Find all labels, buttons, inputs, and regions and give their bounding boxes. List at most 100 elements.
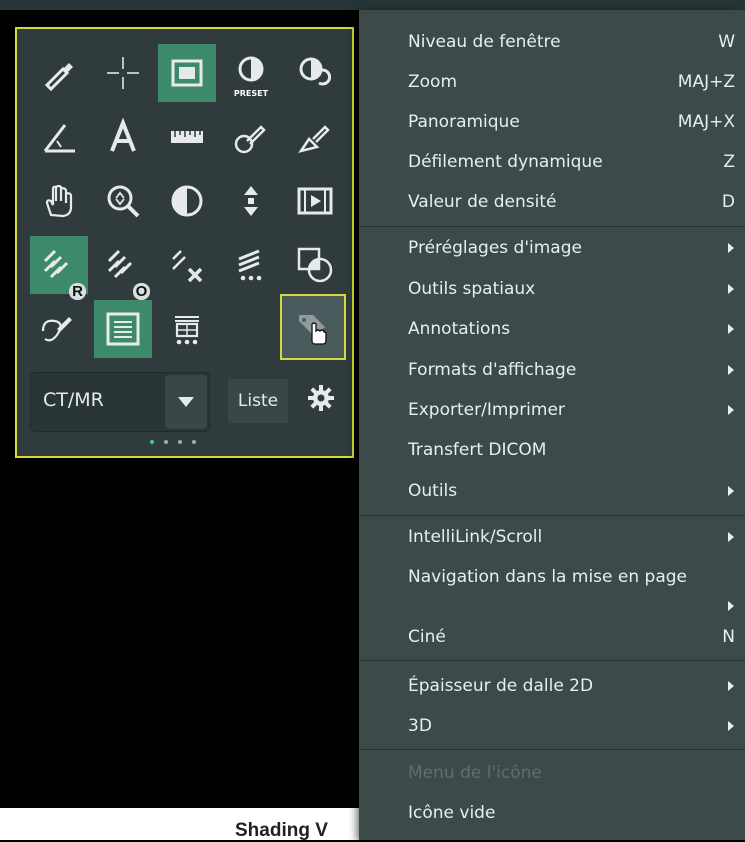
modality-select[interactable]: CT/MR	[30, 372, 210, 432]
zoom-icon	[107, 185, 140, 218]
menu-item-icon-menu-disabled: Menu de l'icône	[359, 753, 745, 793]
text-a-icon	[110, 117, 136, 152]
contrast-icon	[171, 185, 203, 217]
menu-item-slab-thickness-2d[interactable]: Épaisseur de dalle 2D	[359, 666, 745, 706]
menu-item-label: Icône vide	[408, 803, 496, 823]
layout-tool[interactable]	[158, 300, 216, 358]
image-frame-tool[interactable]	[94, 300, 152, 358]
page-dot-active[interactable]	[150, 440, 154, 444]
reset-contrast-tool[interactable]	[286, 44, 344, 102]
tool-palette: PRESET R O CT/MR Liste	[15, 27, 354, 458]
tag-icon	[299, 315, 327, 345]
reset-contrast-icon	[299, 57, 332, 86]
submenu-arrow-icon	[728, 532, 734, 542]
menu-item-shortcut: W	[718, 32, 735, 52]
menu-item-label: Épaisseur de dalle 2D	[408, 676, 594, 696]
stack-more-tool[interactable]	[222, 236, 280, 294]
freehand-eyedropper-tool[interactable]	[286, 108, 344, 166]
menu-item-zoom[interactable]: Zoom MAJ+Z	[359, 62, 745, 102]
ruler-tool[interactable]	[158, 108, 216, 166]
menu-item-label: Exporter/Imprimer	[408, 400, 565, 420]
list-button[interactable]: Liste	[228, 379, 288, 423]
context-menu: Niveau de fenêtre W Zoom MAJ+Z Panoramique…	[359, 10, 745, 840]
image-frame-icon	[106, 312, 140, 346]
eyedropper-tool[interactable]	[30, 44, 88, 102]
menu-item-pan[interactable]: Panoramique MAJ+X	[359, 102, 745, 142]
window-level-tool[interactable]	[158, 172, 216, 230]
gear-icon[interactable]	[307, 384, 335, 412]
menu-item-display-formats[interactable]: Formats d'affichage	[359, 350, 745, 390]
icon-tag-tool[interactable]	[280, 294, 346, 360]
lasso-eyedropper-tool[interactable]	[30, 300, 88, 358]
unlink-stack-tool[interactable]	[158, 236, 216, 294]
menu-item-tools[interactable]: Outils	[359, 471, 745, 511]
chevron-down-icon[interactable]	[165, 375, 207, 429]
menu-item-dynamic-scroll[interactable]: Défilement dynamique Z	[359, 142, 745, 182]
ruler-icon	[171, 131, 203, 143]
angle-tool[interactable]	[30, 108, 88, 166]
menu-item-label: Annotations	[408, 319, 511, 339]
angle-measure-icon	[43, 124, 75, 153]
menu-item-empty-icon[interactable]: Icône vide	[359, 793, 745, 833]
page-indicator	[150, 440, 196, 444]
page-dot[interactable]	[178, 440, 182, 444]
badge-o: O	[133, 283, 150, 300]
menu-item-label: Navigation dans la mise en page	[408, 567, 687, 587]
menu-separator	[359, 749, 745, 750]
menu-item-intellilink-scroll[interactable]: IntelliLink/Scroll	[359, 517, 745, 557]
submenu-arrow-icon	[728, 324, 734, 334]
stack-offset-icon	[107, 249, 133, 279]
layout-grid-icon	[175, 316, 199, 345]
menu-item-spatial-tools[interactable]: Outils spatiaux	[359, 269, 745, 309]
submenu-arrow-icon	[728, 243, 734, 253]
menu-item-shortcut: N	[722, 627, 735, 647]
menu-item-annotations[interactable]: Annotations	[359, 309, 745, 349]
menu-item-cine[interactable]: Ciné N	[359, 617, 745, 657]
submenu-arrow-icon	[728, 601, 734, 611]
text-annotation-tool[interactable]	[94, 108, 152, 166]
menu-item-label: Valeur de densité	[408, 192, 557, 212]
menu-item-shortcut: MAJ+Z	[677, 72, 735, 92]
submenu-arrow-icon	[728, 486, 734, 496]
roi-eyedropper-icon	[234, 125, 266, 154]
menu-item-image-presets[interactable]: Préréglages d'image	[359, 228, 745, 268]
cine-tool[interactable]	[286, 172, 344, 230]
menu-item-density-value[interactable]: Valeur de densité D	[359, 182, 745, 222]
menu-item-layout-navigation[interactable]: Navigation dans la mise en page	[359, 557, 745, 617]
roi-eyedropper-tool[interactable]	[222, 108, 280, 166]
sync-offset-tool[interactable]: O	[94, 236, 152, 300]
fusion-icon	[297, 247, 333, 283]
scroll-arrows-icon	[244, 186, 258, 216]
scroll-tool[interactable]	[222, 172, 280, 230]
freehand-eyedropper-icon	[298, 125, 330, 153]
menu-item-3d[interactable]: 3D	[359, 706, 745, 746]
top-bar	[0, 0, 745, 10]
preset-label: PRESET	[233, 89, 269, 98]
film-icon	[297, 187, 333, 215]
menu-item-dicom-transfer[interactable]: Transfert DICOM	[359, 430, 745, 470]
stack-unlink-icon	[172, 250, 203, 283]
crosshair-tool[interactable]	[94, 44, 152, 102]
menu-item-label: Zoom	[408, 72, 458, 92]
crosshair-icon	[107, 57, 139, 89]
menu-item-label: IntelliLink/Scroll	[408, 527, 543, 547]
zoom-tool[interactable]	[94, 172, 152, 230]
badge-r: R	[69, 283, 86, 300]
menu-item-label: Panoramique	[408, 112, 520, 132]
lasso-eyedropper-icon	[41, 317, 72, 342]
hand-icon	[45, 184, 73, 218]
pan-tool[interactable]	[30, 172, 88, 230]
menu-item-export-print[interactable]: Exporter/Imprimer	[359, 390, 745, 430]
menu-item-window-level[interactable]: Niveau de fenêtre W	[359, 22, 745, 62]
fit-image-icon	[171, 59, 203, 87]
modality-select-value: CT/MR	[43, 389, 104, 411]
fusion-tool[interactable]	[286, 236, 344, 294]
sync-reference-tool[interactable]: R	[30, 236, 88, 300]
fit-image-tool[interactable]	[158, 44, 216, 102]
menu-separator	[359, 660, 745, 661]
page-dot[interactable]	[192, 440, 196, 444]
eyedropper-icon	[44, 63, 73, 92]
page-dot[interactable]	[164, 440, 168, 444]
preset-tool[interactable]: PRESET	[222, 44, 280, 102]
menu-item-label: Préréglages d'image	[408, 238, 582, 258]
